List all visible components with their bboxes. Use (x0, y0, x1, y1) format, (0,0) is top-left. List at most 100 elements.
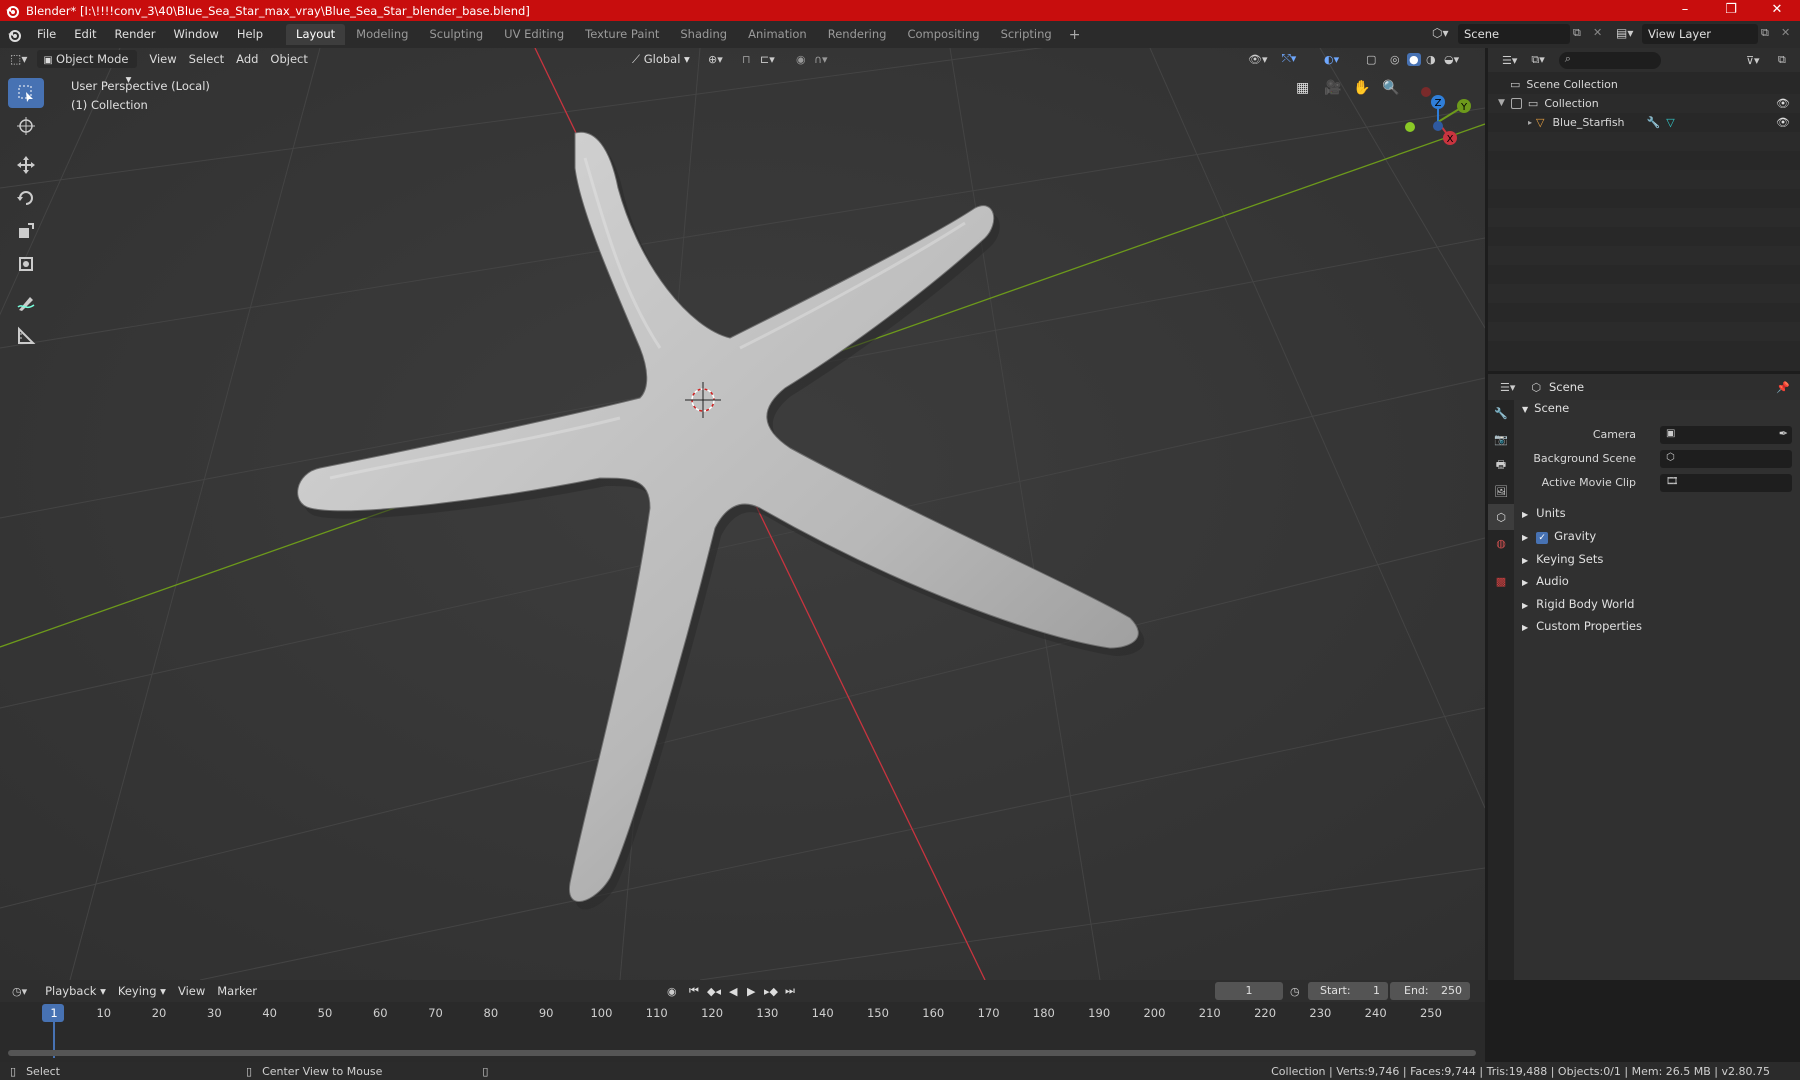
tab-animation[interactable]: Animation (738, 24, 817, 45)
remove-scene-icon[interactable]: ✕ (1593, 26, 1602, 39)
gravity-checkbox[interactable]: ✓ (1536, 532, 1549, 544)
tab-scene-icon[interactable]: ⬡ (1488, 504, 1514, 530)
scale-tool[interactable] (8, 216, 44, 246)
shading-material-icon[interactable]: ◑ (1426, 53, 1436, 66)
blender-menu-icon[interactable] (0, 28, 28, 42)
xray-icon[interactable]: ▢ (1366, 53, 1376, 66)
viewport-menu-add[interactable]: Add (230, 50, 264, 68)
collection-checkbox[interactable] (1510, 98, 1522, 109)
tab-render-icon[interactable]: 📷 (1488, 426, 1514, 452)
gravity-panel-header[interactable]: ▶ ✓ Gravity (1522, 526, 1596, 546)
outliner-editor-type-icon[interactable]: ☰▾ (1502, 54, 1517, 67)
view-layer-icon[interactable]: ▤▾ (1616, 26, 1633, 40)
move-tool[interactable] (8, 150, 44, 180)
maximize-button[interactable]: ❐ (1708, 0, 1754, 21)
toggle-grid-icon[interactable]: ▦ (1296, 80, 1309, 96)
annotate-tool[interactable] (8, 288, 44, 318)
collection-visibility-icon[interactable]: 👁 (1776, 94, 1790, 113)
tab-shading[interactable]: Shading (670, 24, 737, 45)
timeline-editor-type-icon[interactable]: ◷▾ (12, 985, 27, 998)
pivot-point-icon[interactable]: ⊕▾ (708, 53, 723, 66)
pin-icon[interactable]: 📌 (1776, 381, 1790, 394)
keying-menu[interactable]: Keying ▾ (112, 982, 172, 1000)
camera-view-icon[interactable]: 🎥 (1324, 80, 1341, 96)
play-icon[interactable]: ▶ (747, 985, 755, 998)
keying-sets-panel-header[interactable]: ▶ Keying Sets (1522, 549, 1603, 569)
remove-view-layer-icon[interactable]: ✕ (1781, 26, 1790, 39)
playback-menu[interactable]: Playback ▾ (39, 982, 112, 1000)
navigation-gizmo[interactable]: Z Y X (1396, 80, 1476, 160)
gizmo-neg-x[interactable] (1421, 87, 1431, 97)
menu-edit[interactable]: Edit (65, 21, 105, 48)
current-frame-field[interactable]: 1 (1215, 982, 1283, 1000)
marker-menu[interactable]: Marker (211, 982, 263, 1000)
active-movie-clip-field[interactable]: 🎞 (1660, 474, 1792, 492)
jump-end-icon[interactable]: ⏭ (785, 984, 795, 998)
properties-editor-type-icon[interactable]: ☰▾ (1500, 381, 1515, 394)
tab-view-layer-icon[interactable]: 🖼 (1488, 478, 1514, 504)
collapse-arrow-icon[interactable]: ▼ (1498, 94, 1505, 113)
expand-arrow-icon[interactable]: ▸ (1528, 113, 1532, 132)
preview-range-icon[interactable]: ◷ (1290, 985, 1300, 998)
overlay-toggle-icon[interactable]: ◐▾ (1324, 53, 1339, 66)
close-window-button[interactable]: ✕ (1754, 0, 1800, 21)
timeline-ruler[interactable]: 1 10 20 30 40 50 60 70 80 90 100 110 120 130 140 150 160… (0, 1002, 1485, 1058)
3d-viewport[interactable]: ⬚▾ ▣ Object Mode ▾ View Select Add Object… (0, 48, 1485, 980)
shading-wireframe-icon[interactable]: ◎ (1390, 53, 1400, 66)
object-visibility-icon[interactable]: 👁 (1776, 113, 1790, 132)
tab-modeling[interactable]: Modeling (346, 24, 418, 45)
viewport-menu-object[interactable]: Object (264, 50, 313, 68)
play-reverse-icon[interactable]: ◀ (729, 985, 737, 998)
viewport-menu-select[interactable]: Select (183, 50, 230, 68)
shading-rendered-icon[interactable]: ◒▾ (1444, 53, 1459, 66)
outliner-object-row[interactable]: ▸ ▽ Blue_Starfish 🔧 ▽ 👁 (1488, 113, 1800, 132)
tab-layout[interactable]: Layout (286, 24, 346, 45)
cursor-tool[interactable] (8, 111, 44, 141)
tab-rendering[interactable]: Rendering (818, 24, 897, 45)
record-icon[interactable]: ◉ (667, 985, 677, 998)
measure-tool[interactable] (8, 321, 44, 351)
scene-name-field[interactable]: Scene (1458, 24, 1570, 44)
new-view-layer-icon[interactable]: ⧉ (1761, 26, 1769, 40)
menu-render[interactable]: Render (106, 21, 165, 48)
units-panel-header[interactable]: ▶ Units (1522, 503, 1566, 523)
start-frame-field[interactable]: Start: 1 (1308, 982, 1388, 1000)
background-scene-field[interactable]: ⬡ (1660, 450, 1792, 468)
prev-keyframe-icon[interactable]: ◆◂ (707, 985, 721, 998)
scene-panel-header[interactable]: ▼ Scene (1522, 398, 1569, 418)
outliner-scene-collection[interactable]: ▭ Scene Collection (1488, 75, 1800, 94)
menu-file[interactable]: File (28, 21, 65, 48)
select-box-tool[interactable] (8, 78, 44, 108)
snap-icon[interactable]: ⊓ (742, 53, 751, 66)
viewport-menu-view[interactable]: View (143, 50, 182, 68)
add-workspace-icon[interactable]: + (1063, 27, 1087, 43)
end-frame-field[interactable]: End: 250 (1390, 982, 1470, 1000)
minimize-button[interactable]: – (1662, 0, 1708, 21)
viewport-scene[interactable] (0, 48, 1485, 980)
tab-scripting[interactable]: Scripting (991, 24, 1062, 45)
menu-help[interactable]: Help (228, 21, 272, 48)
camera-field[interactable]: ▣ ✒ (1660, 426, 1792, 444)
eyedropper-icon[interactable]: ✒ (1779, 427, 1788, 440)
menu-window[interactable]: Window (164, 21, 227, 48)
tab-output-icon[interactable]: 🖶 (1488, 452, 1514, 478)
outliner-collection[interactable]: ▼ ▭ Collection 👁 (1488, 94, 1800, 113)
tab-compositing[interactable]: Compositing (897, 24, 989, 45)
display-mode-icon[interactable]: ⧉▾ (1531, 53, 1544, 67)
scene-selector-icon[interactable]: ⬡▾ (1432, 26, 1449, 40)
view-layer-field[interactable]: View Layer (1642, 24, 1758, 44)
tab-tool-icon[interactable]: 🔧 (1488, 400, 1514, 426)
proportional-edit-icon[interactable]: ◉ (796, 53, 806, 66)
transform-orientation-dropdown[interactable]: ⟋ Global ▾ (626, 50, 696, 68)
gizmo-toggle-icon[interactable]: ⤲▾ (1282, 52, 1296, 66)
custom-properties-panel-header[interactable]: ▶ Custom Properties (1522, 616, 1642, 636)
new-scene-icon[interactable]: ⧉ (1573, 26, 1581, 40)
falloff-icon[interactable]: ∩▾ (814, 53, 828, 66)
tab-uv-editing[interactable]: UV Editing (494, 24, 574, 45)
timeline-view-menu[interactable]: View (172, 982, 211, 1000)
snap-target-icon[interactable]: ⊏▾ (760, 53, 775, 66)
transform-tool[interactable] (8, 249, 44, 279)
gizmo-neg-z[interactable] (1433, 121, 1443, 131)
timeline-scrollbar[interactable] (8, 1050, 1476, 1056)
audio-panel-header[interactable]: ▶ Audio (1522, 571, 1569, 591)
